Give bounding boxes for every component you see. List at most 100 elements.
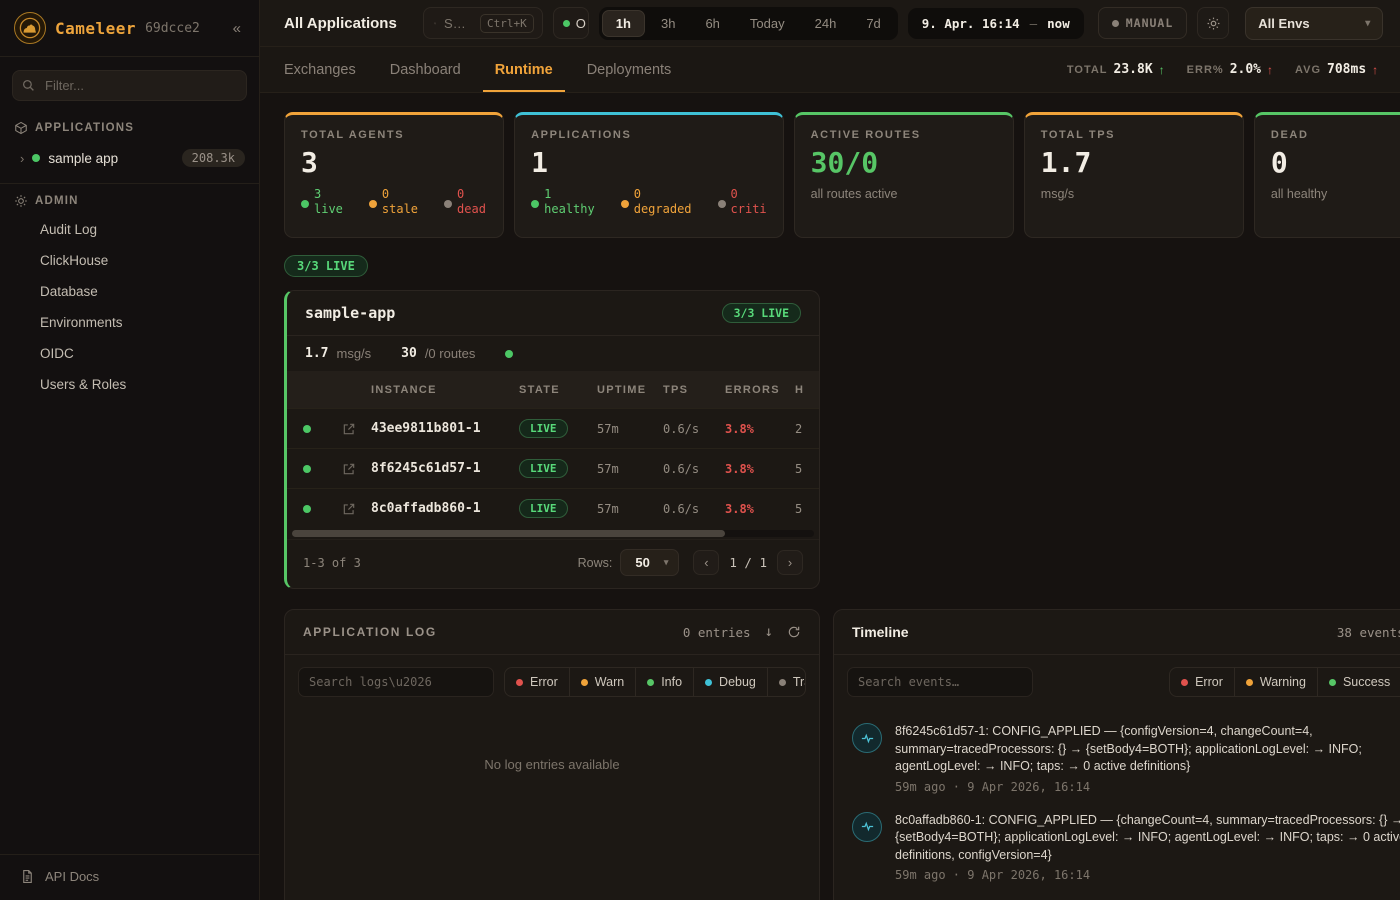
sidebar-item-database[interactable]: Database <box>0 276 259 307</box>
sidebar-item-environments[interactable]: Environments <box>0 307 259 338</box>
card-title: TOTAL TPS <box>1041 129 1227 141</box>
external-link-icon[interactable] <box>342 502 356 516</box>
timeline-search-input[interactable] <box>847 667 1033 697</box>
range-6h[interactable]: 6h <box>691 10 733 37</box>
errors-cell: 3.8% <box>725 422 795 436</box>
horizontal-scrollbar[interactable] <box>292 530 814 537</box>
chevron-down-icon: ▾ <box>664 557 669 568</box>
stat-critical: 0criti <box>718 187 767 217</box>
filter-debug[interactable]: Debug <box>693 668 767 696</box>
scrollbar-thumb[interactable] <box>292 530 725 537</box>
page-title: All Applications <box>284 15 397 32</box>
next-page-button[interactable]: › <box>777 550 803 575</box>
sidebar-item-users-roles[interactable]: Users & Roles <box>0 369 259 400</box>
sidebar-item-audit-log[interactable]: Audit Log <box>0 214 259 245</box>
filter-success[interactable]: Success <box>1317 668 1400 696</box>
kpi-value: 2.0% <box>1230 62 1261 77</box>
tab-runtime[interactable]: Runtime <box>495 47 553 92</box>
time-range-group: 1h 3h 6h Today 24h 7d <box>599 7 898 40</box>
api-docs-link[interactable]: API Docs <box>0 854 259 900</box>
range-today[interactable]: Today <box>736 10 799 37</box>
card-dead: DEAD 0 all healthy <box>1254 112 1400 238</box>
app-tps-value: 1.7 <box>305 346 328 361</box>
time-window-display[interactable]: 9. Apr. 16:14 — now <box>908 8 1084 39</box>
status-dot <box>301 200 309 208</box>
table-row[interactable]: 43ee9811b801-1 LIVE 57m 0.6/s 3.8% 2 <box>287 408 820 448</box>
brand-logo[interactable] <box>14 12 46 44</box>
cube-icon <box>14 121 28 135</box>
topbar: All Applications Ctrl+K O 1h 3h 6h Today… <box>260 0 1400 47</box>
app-routes-suffix: /0 routes <box>425 346 476 361</box>
instances-table: INSTANCE STATE UPTIME TPS ERRORS H 43ee9… <box>287 372 820 528</box>
filter-error[interactable]: Error <box>1170 668 1234 696</box>
trend-up-icon: ↑ <box>1267 63 1273 77</box>
range-7d[interactable]: 7d <box>852 10 894 37</box>
live-summary-badge[interactable]: 3/3 LIVE <box>284 255 368 277</box>
event-timestamp: 59m ago · 9 Apr 2026, 16:14 <box>895 780 1400 794</box>
level-dot <box>1329 679 1336 686</box>
state-badge: LIVE <box>519 499 568 518</box>
timeline-event[interactable]: 8f6245c61d57-1: CONFIG_APPLIED — {config… <box>834 713 1400 802</box>
col-instance: INSTANCE <box>371 384 519 396</box>
sidebar-filter-input[interactable] <box>12 70 247 101</box>
global-search-input[interactable] <box>444 16 472 31</box>
tab-deployments[interactable]: Deployments <box>587 47 672 92</box>
app-panel-header[interactable]: sample-app 3/3 LIVE <box>287 291 819 336</box>
tabbar: Exchanges Dashboard Runtime Deployments … <box>260 47 1400 93</box>
sidebar-item-sample-app[interactable]: › sample app 208.3k <box>0 141 259 175</box>
filter-trace[interactable]: Trace <box>767 668 806 696</box>
range-24h[interactable]: 24h <box>801 10 851 37</box>
uptime-cell: 57m <box>597 422 663 436</box>
filter-warn[interactable]: Warn <box>569 668 635 696</box>
main-area: All Applications Ctrl+K O 1h 3h 6h Today… <box>260 0 1400 900</box>
card-title: ACTIVE ROUTES <box>811 129 997 141</box>
sidebar-collapse-button[interactable]: « <box>229 18 245 39</box>
filter-warning[interactable]: Warning <box>1234 668 1317 696</box>
global-search[interactable]: Ctrl+K <box>423 7 543 39</box>
filter-info[interactable]: Info <box>635 668 693 696</box>
sidebar: Cameleer 69dcce2 « APPLICATIONS › sample… <box>0 0 260 900</box>
tps-cell: 0.6/s <box>663 462 725 476</box>
table-row[interactable]: 8c0affadb860-1 LIVE 57m 0.6/s 3.8% 5 <box>287 488 820 528</box>
card-total-agents: TOTAL AGENTS 3 3live 0stale <box>284 112 504 238</box>
theme-toggle-button[interactable] <box>1197 7 1229 39</box>
level-dot <box>1246 679 1253 686</box>
log-search-input[interactable] <box>298 667 494 697</box>
log-filter-bar: Error Warn Info Debug Trace <box>285 655 819 709</box>
brand-name: Cameleer <box>55 19 136 38</box>
expand-chevron-icon[interactable]: › <box>20 151 24 166</box>
refresh-icon[interactable] <box>787 625 801 639</box>
external-link-icon[interactable] <box>342 422 356 436</box>
timeline-filter-bar: Error Warning Success Info <box>834 655 1400 709</box>
timeline-panel-header: Timeline 38 events ↓ <box>834 610 1400 655</box>
timeline-event[interactable]: 43ee9811b801-1: CONFIG_APPLIED — {change… <box>834 890 1400 900</box>
search-shortcut-badge: Ctrl+K <box>480 14 534 33</box>
manual-refresh-button[interactable]: MANUAL <box>1098 7 1188 39</box>
prev-page-button[interactable]: ‹ <box>693 550 719 575</box>
app-panel-title: sample-app <box>305 304 395 322</box>
card-value: 3 <box>301 149 487 177</box>
range-3h[interactable]: 3h <box>647 10 689 37</box>
uptime-cell: 57m <box>597 462 663 476</box>
online-status-button[interactable]: O <box>553 7 589 39</box>
filter-error[interactable]: Error <box>505 668 569 696</box>
rows-per-page-select[interactable]: 50 ▾ <box>620 549 679 576</box>
tab-dashboard[interactable]: Dashboard <box>390 47 461 92</box>
kpi-avg: AVG 708ms ↑ <box>1295 62 1378 77</box>
range-1h[interactable]: 1h <box>602 10 645 37</box>
external-link-icon[interactable] <box>342 462 356 476</box>
sidebar-item-clickhouse[interactable]: ClickHouse <box>0 245 259 276</box>
log-level-filters: Error Warn Info Debug Trace <box>504 667 806 697</box>
table-row[interactable]: 8f6245c61d57-1 LIVE 57m 0.6/s 3.8% 5 <box>287 448 820 488</box>
env-select[interactable]: All Envs ▾ <box>1245 7 1383 40</box>
col-uptime: UPTIME <box>597 384 663 396</box>
gear-icon <box>14 194 28 208</box>
card-value: 1.7 <box>1041 149 1227 177</box>
timeline-events: 8f6245c61d57-1: CONFIG_APPLIED — {config… <box>834 709 1400 900</box>
sidebar-item-oidc[interactable]: OIDC <box>0 338 259 369</box>
download-icon[interactable]: ↓ <box>765 624 773 640</box>
card-title: DEAD <box>1271 129 1400 141</box>
timeline-event[interactable]: 8c0affadb860-1: CONFIG_APPLIED — {change… <box>834 802 1400 891</box>
tab-exchanges[interactable]: Exchanges <box>284 47 356 92</box>
stat-degraded: 0degraded <box>621 187 692 217</box>
